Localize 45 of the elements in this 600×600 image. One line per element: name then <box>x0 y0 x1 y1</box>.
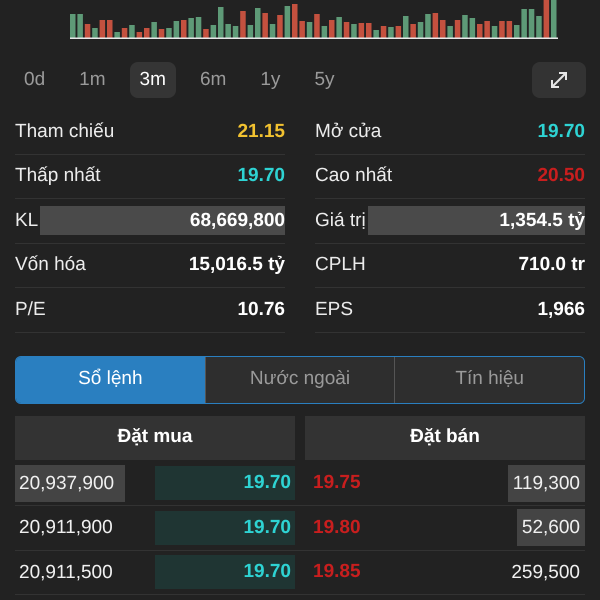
stat-value: 19.70 <box>237 164 285 188</box>
stat-value: 20.50 <box>537 164 585 188</box>
stat-value: 1,354.5 tỷ <box>499 208 585 232</box>
period-tab[interactable]: 3m <box>130 62 176 98</box>
stat-label: Tham chiếu <box>15 120 114 144</box>
ask-price: 19.85 <box>313 560 361 584</box>
bid-volume: 20,911,500 <box>18 560 114 585</box>
stat-label: Vốn hóa <box>15 253 86 277</box>
stat-label: CPLH <box>315 253 366 277</box>
period-tab[interactable]: 1y <box>250 62 290 98</box>
ask-volume: 52,600 <box>516 509 585 546</box>
period-tab[interactable]: 1m <box>69 62 116 98</box>
bid-price: 19.70 <box>155 466 295 500</box>
period-tab[interactable]: 5y <box>304 62 345 98</box>
stat-value: 15,016.5 tỷ <box>188 253 285 277</box>
bid-volume: 20,911,900 <box>18 516 114 540</box>
ask-volume: 119,300 <box>508 464 585 502</box>
column-header: Đặt bán <box>305 416 585 460</box>
stat-value: 1,966 <box>537 298 585 322</box>
ask-volume: 259,500 <box>510 560 581 585</box>
stat-label: KL <box>15 208 38 232</box>
period-tab[interactable]: 0d <box>14 62 56 98</box>
stat-value: 21.15 <box>237 120 285 144</box>
expand-icon <box>548 69 570 91</box>
segment-tab[interactable]: Nước ngoài <box>204 356 394 402</box>
stat-value: 68,669,800 <box>190 208 285 232</box>
segment-tab[interactable]: Tín hiệu <box>394 356 584 402</box>
stat-label: P/E <box>15 298 46 322</box>
stat-label: Thấp nhất <box>15 164 101 188</box>
stat-value: 710.0 tr <box>518 253 585 277</box>
stat-label: Mở cửa <box>315 120 382 144</box>
segment-tab[interactable]: Sổ lệnh <box>16 356 205 402</box>
stat-label: Cao nhất <box>315 164 392 188</box>
bid-volume: 20,937,900 <box>15 464 125 502</box>
column-header: Đặt mua <box>15 416 295 460</box>
stat-label: EPS <box>315 298 354 322</box>
bid-price: 19.70 <box>155 510 295 545</box>
period-tab[interactable]: 6m <box>190 62 236 98</box>
stat-value: 10.76 <box>237 298 285 322</box>
bid-price: 19.70 <box>155 555 295 590</box>
stat-value: 19.70 <box>537 120 585 144</box>
stat-label: Giá trị <box>315 208 366 232</box>
ask-price: 19.80 <box>313 516 361 540</box>
expand-button[interactable] <box>532 62 586 98</box>
ask-price: 19.75 <box>313 471 361 495</box>
